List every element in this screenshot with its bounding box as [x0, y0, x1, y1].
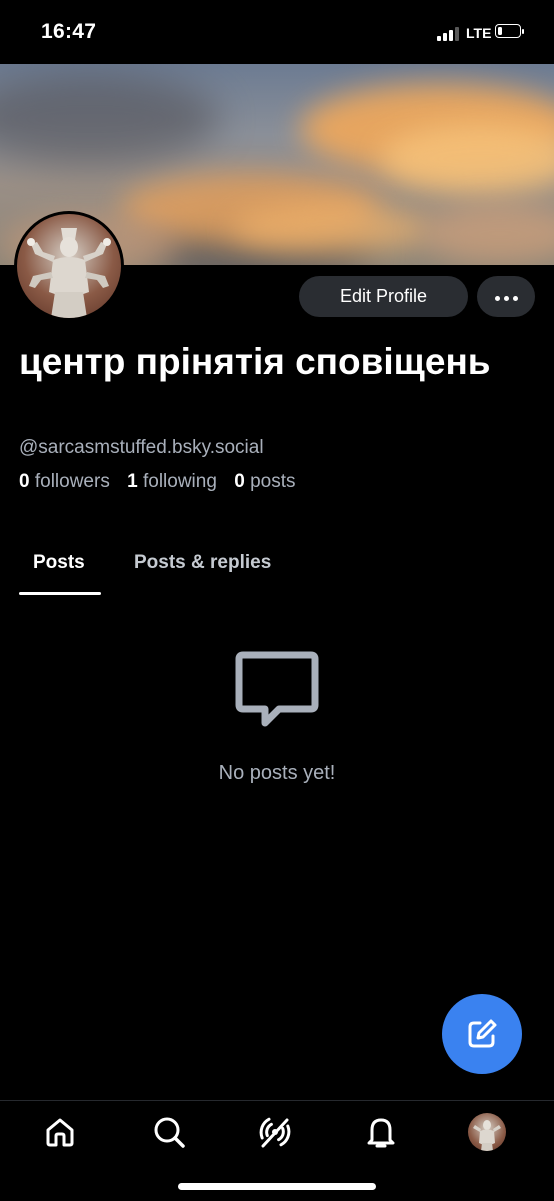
profile-handle: @sarcasmstuffed.bsky.social: [19, 437, 264, 458]
message-square-icon: [233, 647, 321, 735]
followers-count: 0: [19, 471, 30, 492]
cellular-signal-icon: [437, 27, 459, 41]
nav-notifications[interactable]: [364, 1115, 398, 1149]
nav-home[interactable]: [43, 1115, 77, 1149]
home-indicator: [178, 1183, 376, 1190]
posts-count: 0: [234, 471, 245, 492]
compose-icon: [468, 1019, 497, 1048]
battery-icon: [495, 24, 525, 40]
statue-image: [27, 228, 111, 318]
nav-profile-avatar[interactable]: [468, 1113, 506, 1151]
nav-feeds[interactable]: [258, 1115, 292, 1149]
home-icon: [46, 1118, 74, 1147]
empty-state-text: No posts yet!: [218, 762, 336, 784]
posts-stat: 0 posts: [234, 471, 295, 492]
statue-image: [473, 1120, 501, 1151]
status-time: 16:47: [41, 20, 97, 43]
more-options-button[interactable]: [477, 276, 535, 317]
posts-label: posts: [250, 471, 296, 492]
bell-icon: [367, 1118, 395, 1148]
following-stat[interactable]: 1 following: [127, 471, 217, 492]
followers-label: followers: [34, 471, 110, 492]
following-count: 1: [127, 471, 138, 492]
tab-posts-and-replies[interactable]: Posts & replies: [134, 552, 271, 574]
ellipsis-icon: [493, 288, 520, 306]
profile-display-name: центр прінятія сповіщень: [19, 341, 491, 382]
following-label: following: [142, 471, 217, 492]
profile-avatar[interactable]: [14, 211, 124, 321]
search-icon: [154, 1117, 185, 1148]
followers-stat[interactable]: 0 followers: [19, 471, 110, 492]
status-bar: 16:47 LTE: [0, 0, 554, 64]
profile-stats: 0 followers 1 following 0 posts: [19, 471, 295, 493]
active-tab-indicator: [19, 592, 101, 595]
compose-post-button[interactable]: [442, 994, 522, 1074]
network-type: LTE: [466, 25, 492, 41]
nav-search[interactable]: [152, 1115, 186, 1149]
edit-profile-button[interactable]: Edit Profile: [299, 276, 468, 317]
feeds-icon: [259, 1117, 291, 1148]
tab-posts[interactable]: Posts: [33, 552, 85, 574]
